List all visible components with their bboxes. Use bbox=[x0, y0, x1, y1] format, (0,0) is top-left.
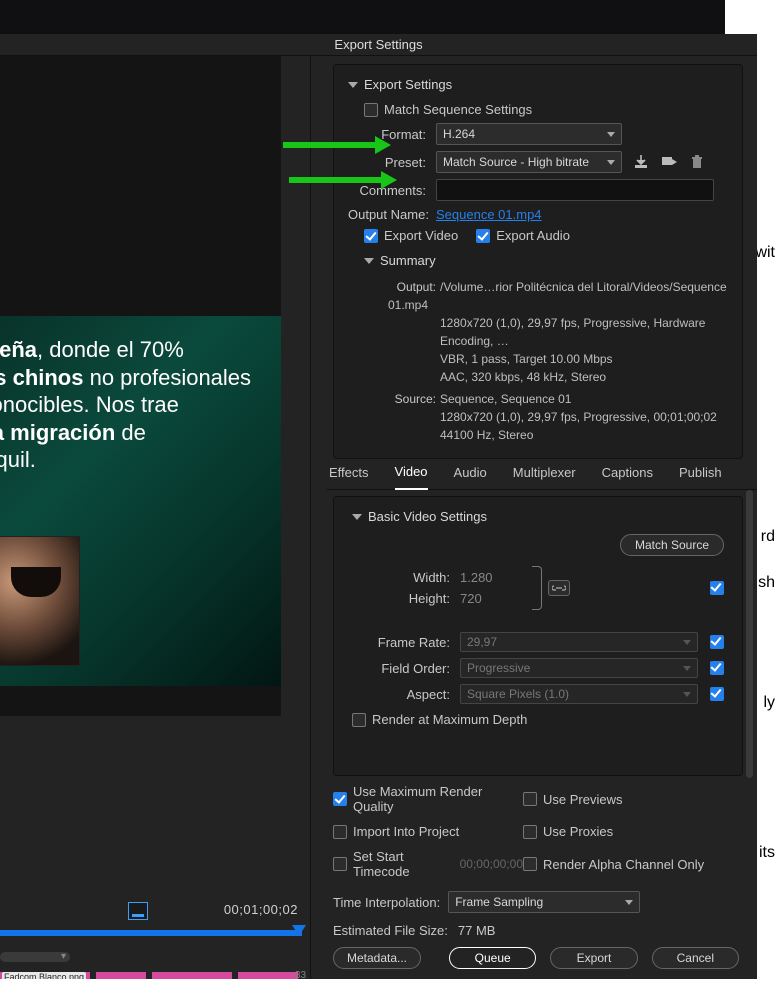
export-video-checkbox[interactable] bbox=[364, 229, 378, 243]
export-audio-checkbox[interactable] bbox=[476, 229, 490, 243]
start-tc-label: Set Start Timecode bbox=[353, 849, 454, 879]
link-dimensions-icon[interactable] bbox=[548, 580, 570, 596]
basic-video-panel: Basic Video Settings Match Source Width:… bbox=[333, 496, 743, 776]
use-previews-checkbox[interactable] bbox=[523, 792, 537, 806]
export-settings-header[interactable]: Export Settings bbox=[348, 77, 728, 92]
tab-video[interactable]: Video bbox=[395, 456, 428, 490]
use-previews-label: Use Previews bbox=[543, 792, 622, 807]
match-sequence-checkbox[interactable] bbox=[364, 103, 378, 117]
zoom-bar[interactable]: ▾ bbox=[0, 952, 70, 962]
chevron-down-icon bbox=[364, 258, 374, 264]
metadata-button[interactable]: Metadata... bbox=[333, 947, 421, 969]
framerate-select[interactable]: 29,97 bbox=[460, 632, 698, 652]
width-value[interactable]: 1.280 bbox=[460, 570, 493, 585]
height-value[interactable]: 720 bbox=[460, 591, 482, 606]
ext-link-e[interactable]: its bbox=[759, 844, 775, 862]
import-preset-icon[interactable] bbox=[660, 153, 678, 171]
cancel-button[interactable]: Cancel bbox=[652, 947, 739, 969]
ext-link-c[interactable]: wit bbox=[755, 244, 775, 262]
chevron-down-icon bbox=[348, 82, 358, 88]
dim-bracket bbox=[532, 566, 542, 610]
dialog-title: Export Settings bbox=[0, 34, 757, 56]
timeline-clips: Fadcom Blanco.png -33 bbox=[0, 972, 310, 979]
max-depth-label: Render at Maximum Depth bbox=[372, 712, 527, 727]
preview-frame: quileña, donde el 70% ores chinos no pro… bbox=[0, 316, 281, 686]
max-depth-checkbox[interactable] bbox=[352, 713, 366, 727]
framerate-match-check[interactable] bbox=[710, 635, 724, 649]
fieldorder-match-check[interactable] bbox=[710, 661, 724, 675]
tab-effects[interactable]: Effects bbox=[329, 457, 369, 489]
time-interp-label: Time Interpolation: bbox=[333, 895, 440, 910]
aspect-match-check[interactable] bbox=[710, 687, 724, 701]
basic-video-header[interactable]: Basic Video Settings bbox=[352, 509, 724, 524]
max-quality-checkbox[interactable] bbox=[333, 792, 347, 806]
width-label: Width: bbox=[352, 570, 460, 585]
summary-block: Output:/Volume…rior Politécnica del Lito… bbox=[388, 278, 728, 444]
chevron-down-icon bbox=[352, 514, 362, 520]
save-preset-icon[interactable] bbox=[632, 153, 650, 171]
tab-captions[interactable]: Captions bbox=[602, 457, 653, 489]
import-project-checkbox[interactable] bbox=[333, 825, 347, 839]
dimensions-match-check[interactable] bbox=[710, 581, 724, 595]
export-video-label: Export Video bbox=[384, 228, 458, 243]
use-proxies-label: Use Proxies bbox=[543, 824, 613, 839]
match-sequence-label: Match Sequence Settings bbox=[384, 102, 532, 117]
est-size-label: Estimated File Size: bbox=[333, 923, 448, 938]
settings-tabs: Effects Video Audio Multiplexer Captions… bbox=[327, 456, 757, 490]
export-button[interactable]: Export bbox=[550, 947, 637, 969]
render-alpha-label: Render Alpha Channel Only bbox=[543, 857, 704, 872]
tab-audio[interactable]: Audio bbox=[454, 457, 487, 489]
match-source-button[interactable]: Match Source bbox=[620, 534, 724, 556]
output-name-link[interactable]: Sequence 01.mp4 bbox=[436, 207, 542, 222]
ext-link-d[interactable]: ly bbox=[763, 694, 775, 712]
arrow-format bbox=[283, 140, 391, 150]
tab-publish[interactable]: Publish bbox=[679, 457, 722, 489]
summary-header[interactable]: Summary bbox=[364, 253, 728, 268]
export-audio-label: Export Audio bbox=[496, 228, 570, 243]
aspect-label: Aspect: bbox=[352, 687, 460, 702]
delete-preset-icon[interactable] bbox=[688, 153, 706, 171]
ext-link-a[interactable]: rd bbox=[761, 528, 775, 546]
start-tc-checkbox[interactable] bbox=[333, 857, 347, 871]
tab-multiplexer[interactable]: Multiplexer bbox=[513, 457, 576, 489]
range-slider-thumb[interactable] bbox=[292, 925, 306, 936]
arrow-preset bbox=[289, 175, 397, 185]
fieldorder-label: Field Order: bbox=[352, 661, 460, 676]
export-settings-panel: Export Settings Match Sequence Settings … bbox=[333, 64, 743, 459]
scrollbar[interactable] bbox=[746, 490, 753, 778]
render-alpha-checkbox[interactable] bbox=[523, 857, 537, 871]
framerate-label: Frame Rate: bbox=[352, 635, 460, 650]
max-quality-label: Use Maximum Render Quality bbox=[353, 784, 523, 814]
est-size-value: 77 MB bbox=[458, 923, 496, 938]
preview-pane: quileña, donde el 70% ores chinos no pro… bbox=[0, 56, 311, 979]
preset-select[interactable]: Match Source - High bitrate bbox=[436, 151, 622, 173]
range-slider[interactable] bbox=[0, 930, 302, 936]
aspect-select[interactable]: Square Pixels (1.0) bbox=[460, 684, 698, 704]
neg-value: -33 bbox=[292, 970, 306, 979]
comments-input[interactable] bbox=[436, 179, 714, 201]
timecode-display[interactable]: 00;01;00;02 bbox=[224, 902, 298, 917]
clip-label: Fadcom Blanco.png bbox=[2, 972, 86, 979]
ext-link-b[interactable]: sh bbox=[758, 574, 775, 592]
preview-person bbox=[0, 536, 80, 666]
format-select[interactable]: H.264 bbox=[436, 123, 622, 145]
preview-area: quileña, donde el 70% ores chinos no pro… bbox=[0, 56, 281, 716]
preset-label: Preset: bbox=[348, 155, 436, 170]
import-project-label: Import Into Project bbox=[353, 824, 459, 839]
start-tc-value[interactable]: 00;00;00;00 bbox=[460, 857, 523, 871]
source-range-icon[interactable] bbox=[128, 902, 148, 920]
output-name-label: Output Name: bbox=[348, 207, 436, 222]
height-label: Height: bbox=[352, 591, 460, 606]
queue-button[interactable]: Queue bbox=[449, 947, 536, 969]
lower-options: Use Maximum Render Quality Use Previews … bbox=[333, 784, 743, 944]
time-interp-select[interactable]: Frame Sampling bbox=[448, 891, 640, 913]
use-proxies-checkbox[interactable] bbox=[523, 825, 537, 839]
fieldorder-select[interactable]: Progressive bbox=[460, 658, 698, 678]
